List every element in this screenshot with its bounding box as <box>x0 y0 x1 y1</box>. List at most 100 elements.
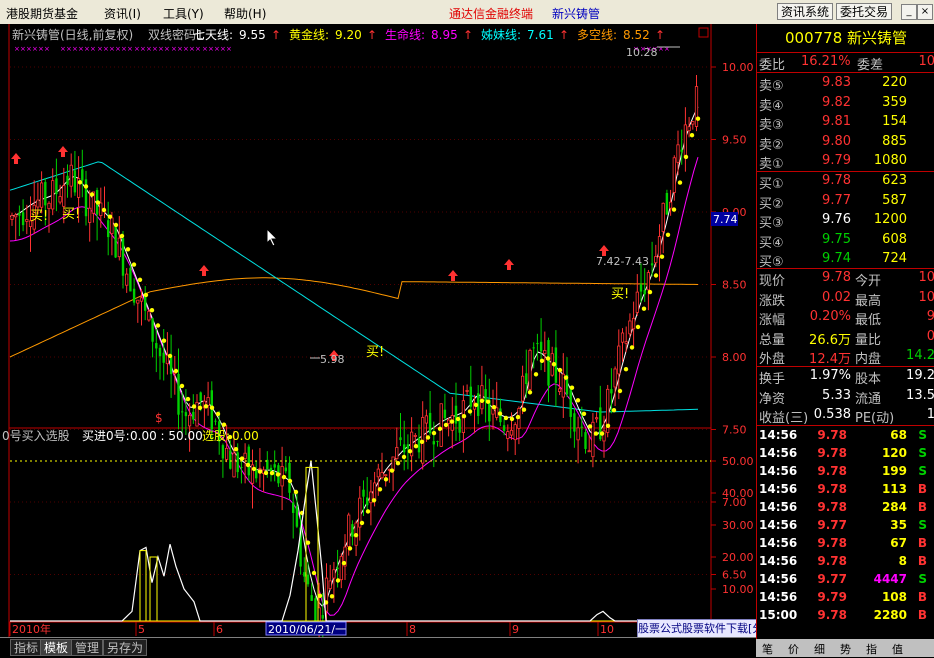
golden-line-dot <box>107 214 113 219</box>
stat-row[interactable]: 外盘 12.4万 内盘 14.2 <box>757 347 934 367</box>
golden-line-dot <box>437 426 443 431</box>
bid-volume: 608 <box>882 231 907 247</box>
tick-row[interactable]: 14:56 9.78 68 S <box>757 427 934 445</box>
price-tick-label: 10.00 <box>722 61 754 74</box>
tab-index[interactable]: 指 <box>866 641 877 657</box>
stat-row[interactable]: 收益(三) 0.538 PE(动) 1 <box>757 406 934 426</box>
stat-label: 涨幅 <box>759 313 786 328</box>
candle-body <box>661 202 665 232</box>
menu-hk-futures[interactable]: 港股期货基金 <box>6 5 78 22</box>
tick-row[interactable]: 15:00 9.78 2280 B <box>757 607 934 625</box>
cursor-price-label: 7.74 <box>713 213 738 226</box>
menu-bar: 港股期货基金 资讯(I) 工具(Y) 帮助(H) 通达信金融终端 新兴铸管 资讯… <box>0 0 934 25</box>
trade-button[interactable]: 委托交易 <box>836 3 893 20</box>
bid-row[interactable]: 买⑤ 9.74 724 <box>757 250 934 270</box>
tab-indicator[interactable]: 指标 <box>10 639 43 656</box>
candle-body <box>591 421 595 458</box>
info-system-button[interactable]: 资讯系统 <box>777 3 834 20</box>
ask-price: 9.81 <box>822 114 851 129</box>
stat-row[interactable]: 涨幅 0.20% 最低 9 <box>757 308 934 328</box>
indicator-value: 8.95 <box>431 28 458 42</box>
candle-body <box>240 467 243 469</box>
tick-volume: 113 <box>881 482 907 496</box>
candle-body <box>232 452 236 478</box>
tab-price[interactable]: 价 <box>788 641 799 657</box>
candle-body <box>121 238 125 276</box>
menu-tools[interactable]: 工具(Y) <box>163 5 204 22</box>
stat-value: 12.4万 <box>809 352 851 367</box>
tick-row[interactable]: 14:56 9.78 113 B <box>757 481 934 499</box>
panel-separator <box>757 72 934 73</box>
candle-body <box>628 320 632 335</box>
stat-row[interactable]: 现价 9.78 今开 10 <box>757 269 934 289</box>
ask-row[interactable]: 卖① 9.79 1080 <box>757 152 934 172</box>
golden-line-dot <box>287 478 293 484</box>
up-arrow-icon: ↑ <box>655 28 665 42</box>
tab-trend[interactable]: 势 <box>840 641 851 657</box>
tick-row[interactable]: 14:56 9.77 4447 S <box>757 571 934 589</box>
candle-body <box>376 468 380 478</box>
indicator-tick-label: 30.00 <box>722 519 754 532</box>
candle-body <box>229 450 232 469</box>
menu-help[interactable]: 帮助(H) <box>224 5 266 22</box>
tick-row[interactable]: 14:56 9.78 199 S <box>757 463 934 481</box>
stat-row[interactable]: 总量 26.6万 量比 0 <box>757 328 934 348</box>
tick-time: 14:56 <box>759 572 798 586</box>
golden-line-dot <box>389 468 395 473</box>
range-label: 7.42-7.43 <box>596 255 649 268</box>
tab-detail[interactable]: 细 <box>814 641 825 657</box>
stat-label: 总量 <box>759 332 786 348</box>
stat-row[interactable]: 涨跌 0.02 最高 10 <box>757 289 934 309</box>
indicator-label: 黄金线: <box>289 27 329 42</box>
candle-body <box>639 284 643 292</box>
ask-row[interactable]: 卖③ 9.81 154 <box>757 113 934 133</box>
tick-row[interactable]: 14:56 9.78 67 B <box>757 535 934 553</box>
tick-row[interactable]: 14:56 9.78 284 B <box>757 499 934 517</box>
tick-row[interactable]: 14:56 9.78 8 B <box>757 553 934 571</box>
bid-row[interactable]: 买④ 9.75 608 <box>757 231 934 251</box>
candle-body <box>284 467 287 472</box>
buy-0-values: 0.00 : 50.00 <box>130 429 203 443</box>
ask-row[interactable]: 卖④ 9.82 359 <box>757 94 934 114</box>
stat-label: 股本 <box>855 372 882 387</box>
golden-line-dot <box>533 372 539 377</box>
menu-info[interactable]: 资讯(I) <box>104 5 141 22</box>
bid-row[interactable]: 买② 9.77 587 <box>757 192 934 212</box>
ask-row[interactable]: 卖⑤ 9.83 220 <box>757 74 934 94</box>
signal-marker: × <box>171 45 177 53</box>
candle-body <box>336 567 339 570</box>
tick-row[interactable]: 14:56 9.79 108 B <box>757 589 934 607</box>
candle-body <box>117 237 121 258</box>
golden-line-dot <box>167 353 173 359</box>
stat-row[interactable]: 换手 1.97% 股本 19.2 <box>757 367 934 387</box>
tab-value[interactable]: 值 <box>892 641 903 657</box>
tick-row[interactable]: 14:56 9.77 35 S <box>757 517 934 535</box>
candle-body <box>162 352 165 363</box>
stat-row[interactable]: 净资 5.33 流通 13.5 <box>757 387 934 407</box>
close-icon[interactable]: × <box>917 4 933 20</box>
bid-row[interactable]: 买③ 9.76 1200 <box>757 211 934 231</box>
tab-manage[interactable]: 管理 <box>71 639 104 656</box>
minimize-icon[interactable]: _ <box>901 4 917 20</box>
kline-chart[interactable]: 新兴铸管(日线,前复权) 双线密码1 七天线: 9.55 ↑ 黄金线: 9.20 ↑ 生命线… <box>0 24 756 637</box>
golden-line-dot <box>467 409 473 414</box>
tab-trades[interactable]: 笔 <box>762 641 773 657</box>
tab-save-as[interactable]: 另存为 <box>103 639 148 656</box>
signal-marker: × <box>202 45 208 53</box>
date-cursor-label: 2010/06/21/一 <box>268 623 346 636</box>
tick-row[interactable]: 14:56 9.78 120 S <box>757 445 934 463</box>
quote-tab-bar: 笔 价 细 势 指 值 <box>756 639 934 657</box>
ask-row[interactable]: 卖② 9.80 885 <box>757 133 934 153</box>
candle-body <box>55 178 58 195</box>
signal-marker: × <box>97 45 103 53</box>
bid-price: 9.77 <box>822 192 851 208</box>
weibi-row[interactable]: 委比 16.21% 委差 10 <box>757 53 934 73</box>
candle-body <box>428 412 432 434</box>
stat-value: 26.6万 <box>809 332 851 348</box>
candle-body <box>236 452 239 473</box>
candle-body <box>158 347 162 357</box>
golden-line-dot <box>527 390 533 395</box>
bid-row[interactable]: 买① 9.78 623 <box>757 172 934 192</box>
ask-volume: 885 <box>882 133 907 149</box>
tab-template[interactable]: 模板 <box>40 639 73 656</box>
